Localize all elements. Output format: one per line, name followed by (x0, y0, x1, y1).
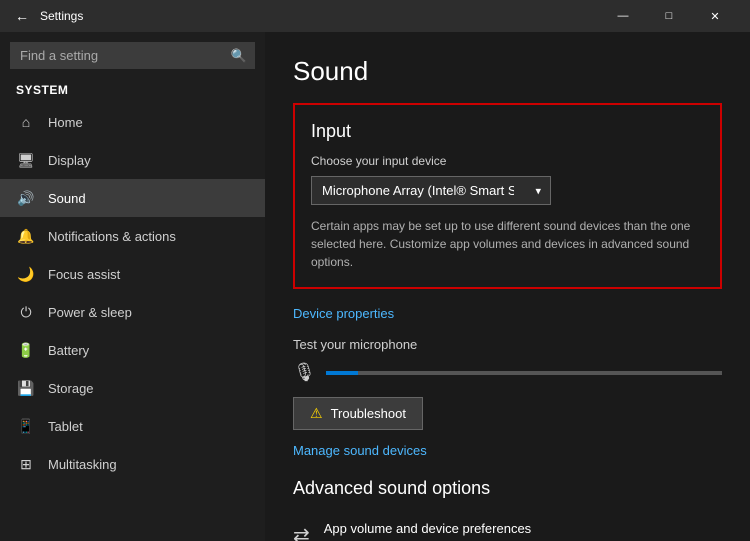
sidebar-item-battery[interactable]: 🔋 Battery (0, 331, 265, 369)
sidebar-item-focus[interactable]: 🌙 Focus assist (0, 255, 265, 293)
device-properties-link[interactable]: Device properties (293, 306, 394, 321)
titlebar-title: Settings (40, 9, 600, 23)
back-button[interactable]: ← (12, 6, 32, 26)
window-controls: — □ ✕ (600, 0, 738, 32)
page-title: Sound (293, 56, 722, 87)
sidebar-item-label: Focus assist (48, 267, 120, 282)
tablet-icon: 📱 (16, 416, 36, 436)
sidebar-item-label: Tablet (48, 419, 83, 434)
warning-icon: ⚠ (310, 405, 323, 422)
sidebar-item-power[interactable]: ⏻ Power & sleep (0, 293, 265, 331)
sound-icon: 🔊 (16, 188, 36, 208)
troubleshoot-button[interactable]: ⚠ Troubleshoot (293, 397, 423, 430)
mic-level-fill (326, 371, 358, 375)
search-input[interactable] (10, 42, 255, 69)
sidebar-item-storage[interactable]: 💾 Storage (0, 369, 265, 407)
sidebar-item-label: Notifications & actions (48, 229, 176, 244)
multitasking-icon: ⊞ (16, 454, 36, 474)
input-heading: Input (311, 121, 704, 142)
sidebar-item-sound[interactable]: 🔊 Sound (0, 179, 265, 217)
input-device-select[interactable]: Microphone Array (Intel® Smart So... (311, 176, 551, 205)
input-info-text: Certain apps may be set up to use differ… (311, 217, 704, 271)
microphone-icon: 🎙 (293, 362, 316, 383)
sidebar-item-display[interactable]: 🖥 Display (0, 141, 265, 179)
sidebar-item-label: Multitasking (48, 457, 117, 472)
mic-level-row: 🎙 (293, 362, 722, 383)
titlebar: ← Settings — □ ✕ (0, 0, 750, 32)
advanced-item-text: App volume and device preferences Custom… (324, 521, 658, 541)
device-label: Choose your input device (311, 154, 704, 168)
input-device-select-wrapper: Microphone Array (Intel® Smart So... ▾ (311, 176, 551, 205)
advanced-item-appvolume[interactable]: ⇄ App volume and device preferences Cust… (293, 513, 722, 541)
sidebar-item-notifications[interactable]: 🔔 Notifications & actions (0, 217, 265, 255)
search-icon: 🔍 (231, 48, 247, 64)
sidebar-item-label: Display (48, 153, 91, 168)
focus-icon: 🌙 (16, 264, 36, 284)
main-layout: 🔍 System ⌂ Home 🖥 Display 🔊 Sound 🔔 Noti… (0, 32, 750, 541)
advanced-heading: Advanced sound options (293, 478, 722, 499)
sidebar-item-label: Battery (48, 343, 89, 358)
input-section-box: Input Choose your input device Microphon… (293, 103, 722, 289)
sidebar-item-tablet[interactable]: 📱 Tablet (0, 407, 265, 445)
power-icon: ⏻ (16, 302, 36, 322)
close-button[interactable]: ✕ (692, 0, 738, 32)
sidebar-item-label: Home (48, 115, 83, 130)
notifications-icon: 🔔 (16, 226, 36, 246)
mic-level-track (326, 371, 722, 375)
home-icon: ⌂ (16, 112, 36, 132)
advanced-item-title[interactable]: App volume and device preferences (324, 521, 658, 536)
troubleshoot-label: Troubleshoot (331, 406, 406, 421)
search-container: 🔍 (10, 42, 255, 69)
maximize-button[interactable]: □ (646, 0, 692, 32)
manage-sound-devices-link[interactable]: Manage sound devices (293, 443, 427, 458)
battery-icon: 🔋 (16, 340, 36, 360)
sidebar-item-label: Sound (48, 191, 86, 206)
sidebar-item-home[interactable]: ⌂ Home (0, 103, 265, 141)
sidebar-item-label: Power & sleep (48, 305, 132, 320)
sidebar: 🔍 System ⌂ Home 🖥 Display 🔊 Sound 🔔 Noti… (0, 32, 265, 541)
sidebar-item-label: Storage (48, 381, 94, 396)
content-area: Sound Input Choose your input device Mic… (265, 32, 750, 541)
display-icon: 🖥 (16, 150, 36, 170)
minimize-button[interactable]: — (600, 0, 646, 32)
test-mic-label: Test your microphone (293, 337, 722, 352)
app-volume-icon: ⇄ (293, 523, 310, 541)
sidebar-section-label: System (0, 75, 265, 103)
storage-icon: 💾 (16, 378, 36, 398)
sidebar-item-multitasking[interactable]: ⊞ Multitasking (0, 445, 265, 483)
